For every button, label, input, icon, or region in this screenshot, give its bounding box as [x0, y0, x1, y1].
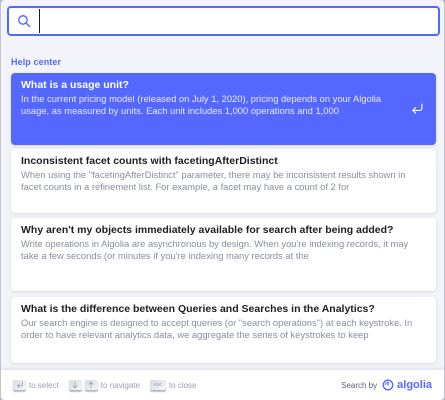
select-command: to select [13, 379, 59, 391]
hit-snippet: In the current pricing model (released o… [21, 93, 382, 116]
search-input[interactable] [39, 9, 438, 33]
close-label: to close [168, 380, 197, 390]
algolia-logo-icon [382, 379, 394, 391]
section-title: Help center [11, 57, 62, 67]
search-hit-queries-vs-searches[interactable]: What is the difference between Queries a… [11, 297, 436, 363]
search-form [7, 6, 440, 36]
search-modal: Help center What is a usage unit? In the… [1, 0, 444, 400]
algolia-logo: algolia [382, 379, 432, 391]
search-results: Help center What is a usage unit? In the… [7, 44, 442, 366]
enter-key-icon [13, 379, 26, 391]
hit-snippet: Write operations in Algolia are asynchro… [21, 238, 409, 261]
search-icon [9, 8, 39, 34]
hit-title: What is the difference between Queries a… [21, 303, 375, 315]
search-by-algolia[interactable]: Search by algolia [341, 370, 432, 400]
hit-snippet: When using the "facetingAfterDistinct" p… [21, 169, 406, 192]
hit-title: Inconsistent facet counts with facetingA… [21, 155, 278, 167]
hit-title: Why aren't my objects immediately availa… [21, 224, 394, 236]
enter-icon [410, 102, 424, 116]
algolia-brand-text: algolia [397, 379, 432, 391]
esc-key: esc [149, 379, 166, 391]
search-hit-facet-counts[interactable]: Inconsistent facet counts with facetingA… [11, 149, 436, 213]
navigate-label: to navigate [100, 380, 140, 390]
hit-snippet: Our search engine is designed to accept … [21, 317, 413, 340]
close-command: esc to close [149, 379, 197, 391]
search-hit-objects-availability[interactable]: Why aren't my objects immediately availa… [11, 218, 436, 291]
navigate-command: to navigate [68, 379, 140, 391]
select-label: to select [29, 380, 59, 390]
search-footer: to select to navigate esc to close Searc… [1, 370, 444, 400]
hit-title: What is a usage unit? [21, 79, 129, 91]
arrow-down-icon [68, 379, 82, 391]
search-by-label: Search by [341, 380, 378, 390]
search-hit-usage-unit[interactable]: What is a usage unit? In the current pri… [11, 73, 436, 145]
arrow-up-icon [84, 379, 98, 391]
